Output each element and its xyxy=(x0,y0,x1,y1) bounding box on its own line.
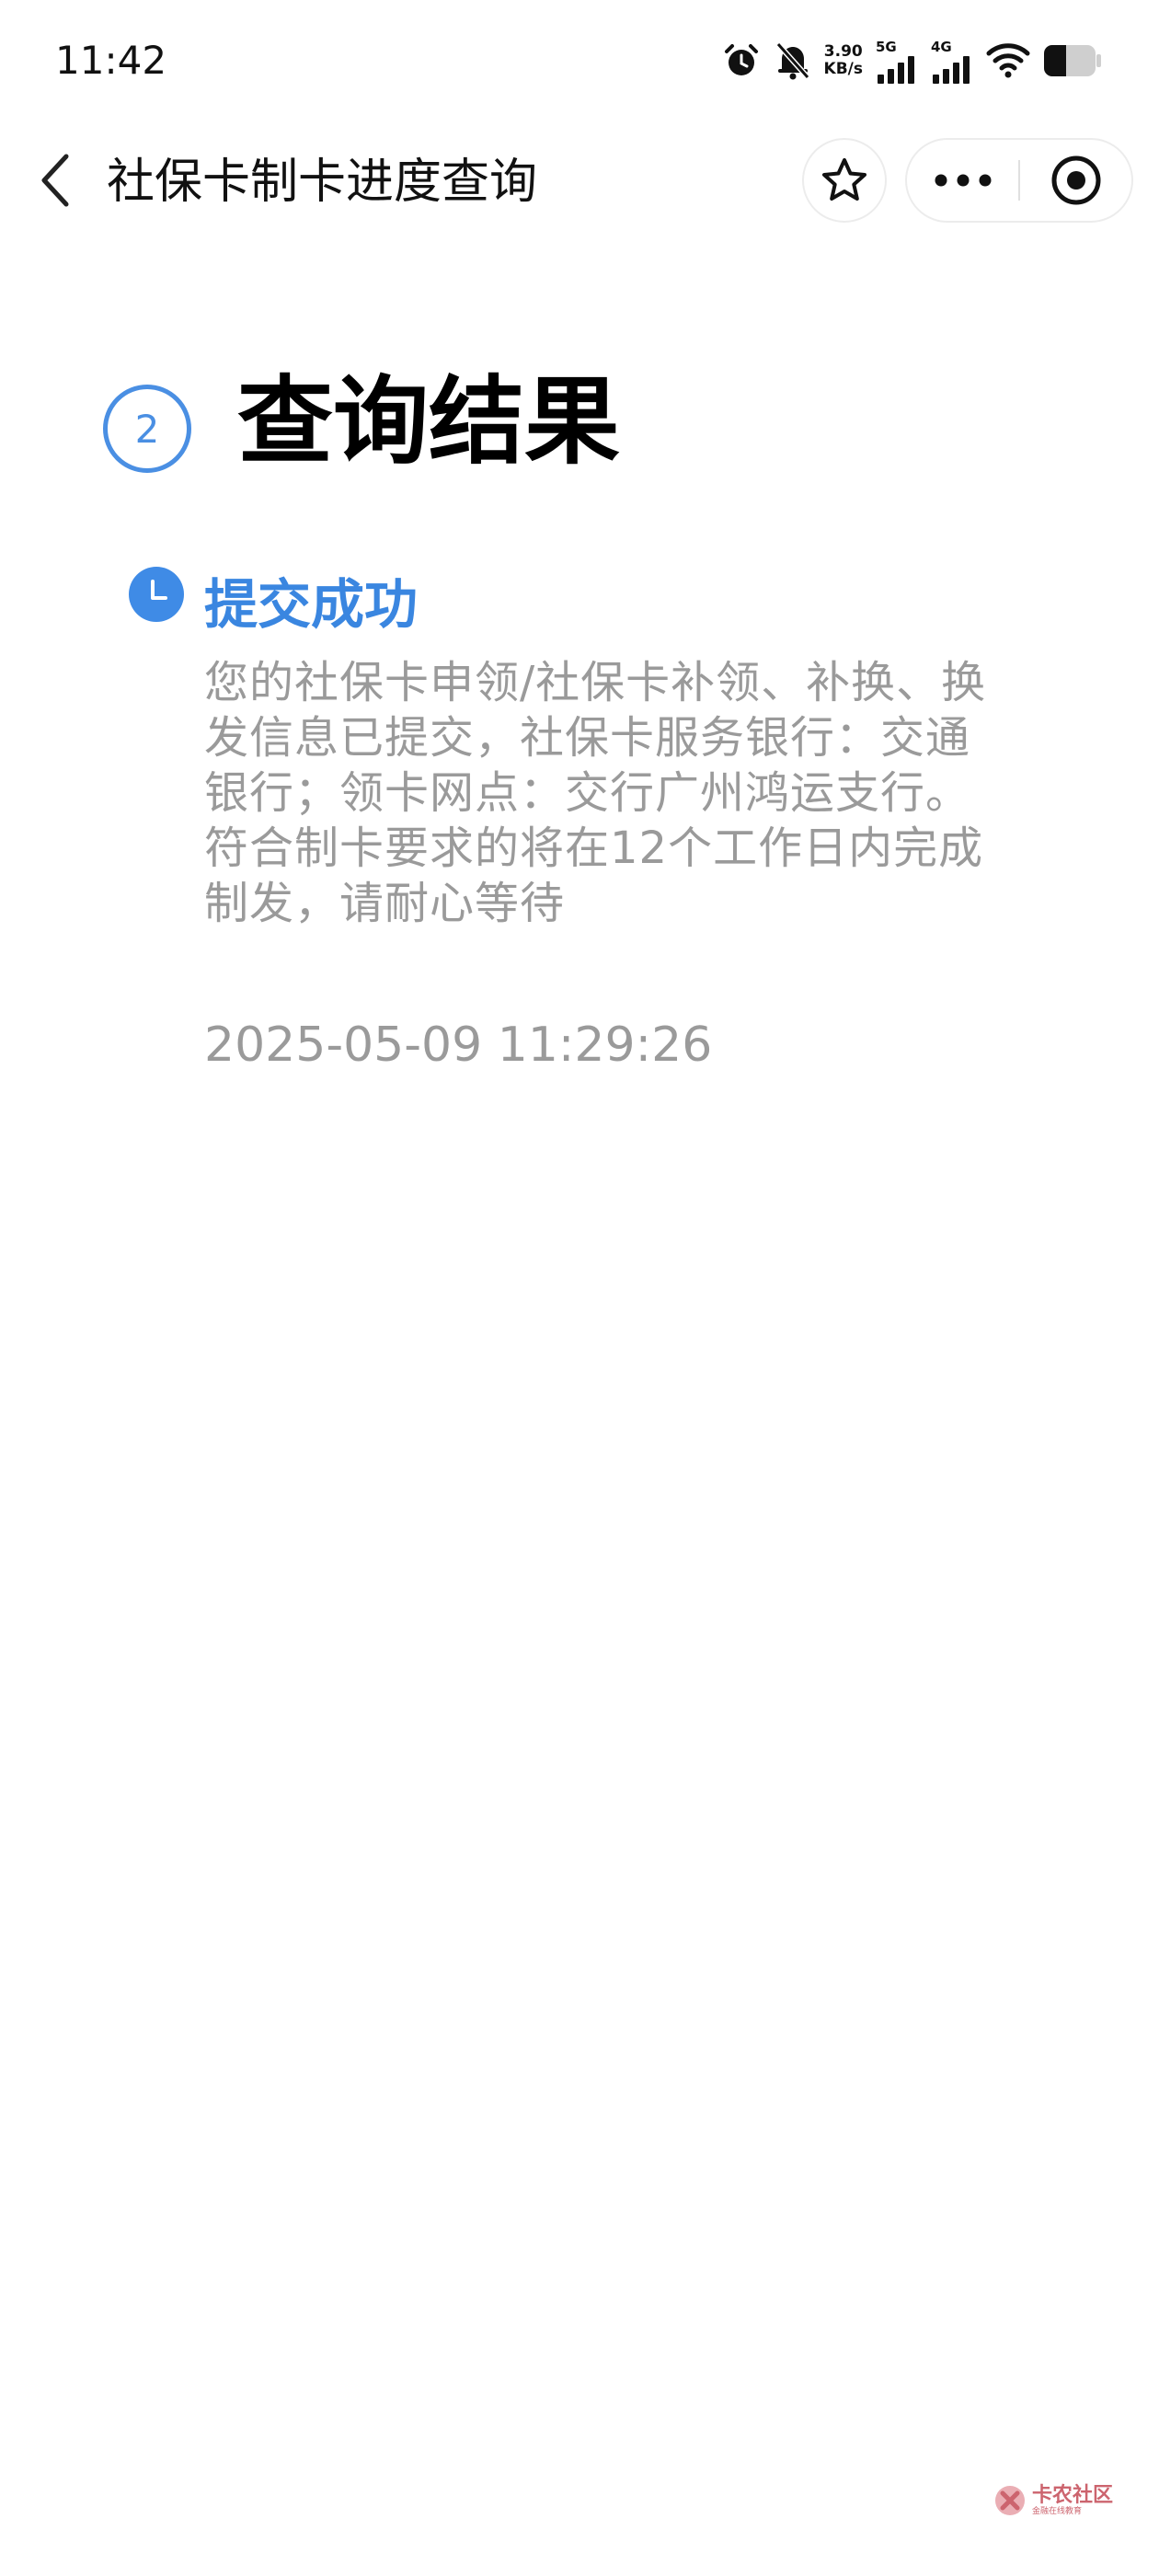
page-title: 社保卡制卡进度查询 xyxy=(107,155,538,210)
star-icon xyxy=(822,158,866,201)
back-button[interactable] xyxy=(28,151,83,210)
wifi-icon xyxy=(986,42,1030,79)
close-miniprogram-button[interactable] xyxy=(1020,140,1131,221)
watermark-tagline: 金融在线教育 xyxy=(1032,2506,1083,2516)
status-description: 您的社保卡申领/社保卡补领、补换、换发信息已提交，社保卡服务银行：交通银行；领卡… xyxy=(204,657,987,929)
status-title: 提交成功 xyxy=(204,573,419,636)
speed-value: 3.90 xyxy=(823,42,863,61)
status-time: 11:42 xyxy=(55,38,167,83)
more-icon xyxy=(935,174,991,187)
clock-icon xyxy=(129,567,184,622)
target-icon xyxy=(1051,155,1100,205)
net-label-5g: 5G xyxy=(876,39,897,55)
mini-program-capsule xyxy=(905,138,1133,223)
favorite-button[interactable] xyxy=(802,138,887,223)
signal-5g: 5G xyxy=(876,38,918,84)
status-bar: 11:42 3.90 KB/s 5G 4G xyxy=(0,0,1159,120)
step-number-badge: 2 xyxy=(103,385,191,473)
watermark-name: 卡农社区 xyxy=(1032,2483,1114,2507)
status-icons: 3.90 KB/s 5G 4G xyxy=(721,35,1102,86)
speed-unit: KB/s xyxy=(823,60,863,78)
alarm-icon xyxy=(721,40,762,81)
mute-bell-icon xyxy=(775,40,811,81)
network-speed: 3.90 KB/s xyxy=(824,43,863,78)
nav-bar: 社保卡制卡进度查询 xyxy=(0,129,1159,230)
back-arrow-icon xyxy=(41,154,69,207)
status-timestamp: 2025-05-09 11:29:26 xyxy=(204,1018,713,1073)
watermark: 卡农社区 金融在线教育 xyxy=(993,2484,1113,2517)
watermark-logo-icon xyxy=(995,2486,1025,2515)
signal-4g: 4G xyxy=(931,38,973,84)
net-label-4g: 4G xyxy=(931,39,952,55)
signal-icon xyxy=(878,56,914,84)
result-heading: 查询结果 xyxy=(237,365,621,477)
more-button[interactable] xyxy=(907,140,1018,221)
battery-icon xyxy=(1043,44,1102,77)
signal-icon xyxy=(933,56,970,84)
